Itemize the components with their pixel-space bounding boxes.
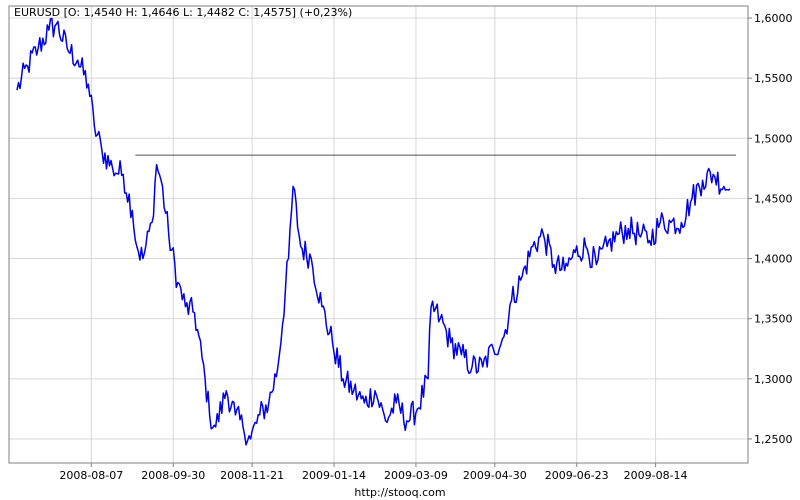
- y-tick-label: 1,3500: [754, 313, 793, 326]
- x-tick-label: 2008-09-30: [141, 469, 205, 482]
- x-tick-label: 2009-01-14: [302, 469, 366, 482]
- chart-title: EURUSD [O: 1,4540 H: 1,4646 L: 1,4482 C:…: [14, 6, 352, 19]
- y-tick-label: 1,2500: [754, 433, 793, 446]
- x-tick-label: 2008-11-21: [220, 469, 284, 482]
- chart-background: [0, 0, 800, 500]
- y-tick-label: 1,5500: [754, 72, 793, 85]
- x-tick-label: 2009-04-30: [463, 469, 527, 482]
- y-tick-label: 1,4000: [754, 253, 793, 266]
- x-tick-label: 2008-08-07: [59, 469, 123, 482]
- x-tick-label: 2009-06-23: [545, 469, 609, 482]
- x-tick-label: 2009-08-14: [624, 469, 688, 482]
- x-tick-label: 2009-03-09: [384, 469, 448, 482]
- y-tick-label: 1,4500: [754, 192, 793, 205]
- eurusd-chart: EURUSD [O: 1,4540 H: 1,4646 L: 1,4482 C:…: [0, 0, 800, 500]
- y-tick-label: 1,5000: [754, 132, 793, 145]
- y-tick-label: 1,6000: [754, 12, 793, 25]
- footer-url[interactable]: http://stooq.com: [354, 486, 445, 499]
- y-tick-label: 1,3000: [754, 373, 793, 386]
